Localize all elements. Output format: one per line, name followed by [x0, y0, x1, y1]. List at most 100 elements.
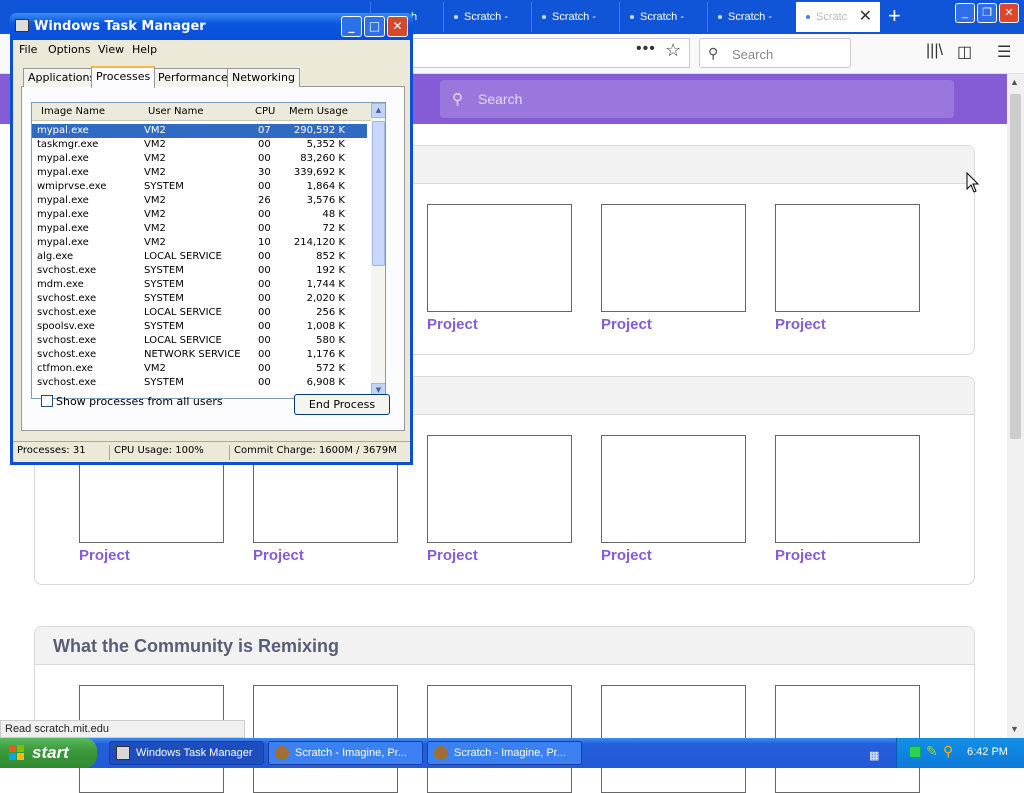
process-row[interactable]: svchost.exe LOCAL SERVICE 00 580 K	[32, 334, 367, 348]
process-row[interactable]: mypal.exe VM2 00 48 K	[32, 208, 367, 222]
process-row[interactable]: svchost.exe SYSTEM 00 2,020 K	[32, 292, 367, 306]
safely-remove-icon[interactable]: ✎	[926, 743, 938, 760]
bookmark-star-icon[interactable]: ☆	[665, 40, 681, 61]
minimize-icon[interactable]: _	[341, 16, 362, 37]
scroll-up-icon[interactable]: ▲	[1010, 77, 1019, 87]
tab-networking[interactable]: Networking	[227, 68, 300, 87]
process-user: VM2	[144, 195, 166, 206]
process-row[interactable]: spoolsv.exe SYSTEM 00 1,008 K	[32, 320, 367, 334]
project-thumbnail[interactable]	[427, 204, 572, 312]
page-actions-icon[interactable]: •••	[636, 40, 656, 58]
scrollbar-thumb[interactable]	[372, 121, 385, 266]
project-thumbnail[interactable]	[775, 204, 920, 312]
process-user: VM2	[144, 167, 166, 178]
process-list[interactable]: Image Name User Name CPU Mem Usage mypal…	[31, 102, 386, 399]
browser-tab-active[interactable]: Scratc ✕	[796, 2, 880, 32]
project-title-link[interactable]: Project	[427, 547, 478, 564]
taskbar-item-scratch[interactable]: Scratch - Imagine, Pr...	[268, 741, 423, 765]
process-name: alg.exe	[37, 251, 74, 262]
tab-performance[interactable]: Performance	[153, 68, 233, 87]
browser-search-input[interactable]: ⚲ Search	[699, 38, 851, 68]
column-image-name[interactable]: Image Name	[41, 106, 105, 117]
taskbar-item-label: Windows Task Manager	[136, 747, 253, 759]
process-row[interactable]: svchost.exe SYSTEM 00 6,908 K	[32, 376, 367, 390]
process-mem: 1,864 K	[306, 181, 345, 192]
column-mem-usage[interactable]: Mem Usage	[289, 106, 348, 117]
network-status-icon[interactable]	[909, 746, 921, 758]
process-row[interactable]: svchost.exe LOCAL SERVICE 00 256 K	[32, 306, 367, 320]
sidebar-icon[interactable]: ◫	[957, 42, 972, 62]
project-thumbnail[interactable]	[601, 204, 746, 312]
search-tray-icon[interactable]: ⚲	[943, 743, 953, 760]
menu-view[interactable]: View	[98, 43, 124, 56]
tab-indicator-icon	[454, 15, 458, 19]
close-window-icon[interactable]: ✕	[999, 3, 1019, 23]
process-row[interactable]: svchost.exe SYSTEM 00 192 K	[32, 264, 367, 278]
process-cpu: 30	[258, 167, 271, 178]
process-row[interactable]: alg.exe LOCAL SERVICE 00 852 K	[32, 250, 367, 264]
browser-tab[interactable]: Scratch -	[443, 2, 529, 32]
project-title-link[interactable]: Project	[427, 316, 478, 333]
project-title-link[interactable]: Project	[775, 316, 826, 333]
restore-icon[interactable]: ❐	[977, 3, 997, 23]
process-user: NETWORK SERVICE	[144, 349, 241, 360]
process-row[interactable]: wmiprvse.exe SYSTEM 00 1,864 K	[32, 180, 367, 194]
process-row[interactable]: mypal.exe VM2 00 83,260 K	[32, 152, 367, 166]
close-tab-icon[interactable]: ✕	[859, 2, 872, 32]
process-row[interactable]: mypal.exe VM2 07 290,592 K	[32, 124, 367, 138]
page-scrollbar[interactable]: ▲ ▼	[1007, 74, 1024, 738]
column-user-name[interactable]: User Name	[148, 106, 203, 117]
process-row[interactable]: ctfmon.exe VM2 00 572 K	[32, 362, 367, 376]
menu-options[interactable]: Options	[48, 43, 90, 56]
process-cpu: 26	[258, 195, 271, 206]
library-icon[interactable]: |||\	[926, 42, 943, 60]
browser-tab[interactable]: Scratch -	[619, 2, 705, 32]
process-row[interactable]: mdm.exe SYSTEM 00 1,744 K	[32, 278, 367, 292]
process-row[interactable]: mypal.exe VM2 00 72 K	[32, 222, 367, 236]
menu-file[interactable]: File	[19, 43, 37, 56]
taskbar-item-scratch[interactable]: Scratch - Imagine, Pr...	[427, 741, 582, 765]
tab-applications[interactable]: Applications	[23, 68, 101, 87]
scroll-down-icon[interactable]: ▼	[1010, 724, 1019, 734]
project-thumbnail[interactable]	[601, 435, 746, 543]
project-title-link[interactable]: Project	[253, 547, 304, 564]
menu-icon[interactable]: ☰	[997, 42, 1011, 62]
process-cpu: 00	[258, 349, 271, 360]
scratch-search-input[interactable]: ⚲ Search	[440, 80, 954, 118]
browser-tab[interactable]: Scratch -	[707, 2, 793, 32]
close-window-icon[interactable]: ✕	[387, 16, 408, 37]
project-title-link[interactable]: Project	[601, 316, 652, 333]
scrollbar-thumb[interactable]	[1010, 94, 1021, 439]
project-thumbnail[interactable]	[427, 435, 572, 543]
maximize-icon[interactable]: □	[364, 16, 385, 37]
browser-tab[interactable]: Scratch -	[531, 2, 617, 32]
project-title-link[interactable]: Project	[601, 547, 652, 564]
end-process-button[interactable]: End Process	[294, 394, 390, 415]
process-user: SYSTEM	[144, 293, 184, 304]
column-cpu[interactable]: CPU	[255, 106, 275, 117]
minimize-icon[interactable]: _	[955, 3, 975, 23]
taskbar-item-label: Scratch - Imagine, Pr...	[295, 747, 407, 759]
show-all-users-checkbox[interactable]	[41, 395, 53, 407]
process-row[interactable]: svchost.exe NETWORK SERVICE 00 1,176 K	[32, 348, 367, 362]
process-row[interactable]: mypal.exe VM2 26 3,576 K	[32, 194, 367, 208]
taskbar-clock[interactable]: 6:42 PM	[967, 746, 1008, 758]
taskbar-item-task-manager[interactable]: Windows Task Manager	[109, 741, 264, 765]
process-cpu: 00	[258, 335, 271, 346]
process-mem: 256 K	[316, 307, 345, 318]
new-tab-icon[interactable]: +	[888, 4, 901, 28]
task-manager-title-bar[interactable]: Windows Task Manager _ □ ✕	[10, 13, 413, 40]
menu-help[interactable]: Help	[132, 43, 157, 56]
scroll-up-icon[interactable]: ▲	[371, 103, 385, 118]
process-row[interactable]: taskmgr.exe VM2 00 5,352 K	[32, 138, 367, 152]
project-title-link[interactable]: Project	[79, 547, 130, 564]
tab-processes[interactable]: Processes	[91, 66, 156, 88]
process-row[interactable]: mypal.exe VM2 30 339,692 K	[32, 166, 367, 180]
process-list-scrollbar[interactable]: ▲ ▼	[371, 103, 385, 398]
process-name: mdm.exe	[37, 279, 84, 290]
process-row[interactable]: mypal.exe VM2 10 214,120 K	[32, 236, 367, 250]
start-button[interactable]: start	[0, 738, 97, 768]
keyboard-icon[interactable]: ▦	[869, 749, 879, 762]
project-title-link[interactable]: Project	[775, 547, 826, 564]
project-thumbnail[interactable]	[775, 435, 920, 543]
